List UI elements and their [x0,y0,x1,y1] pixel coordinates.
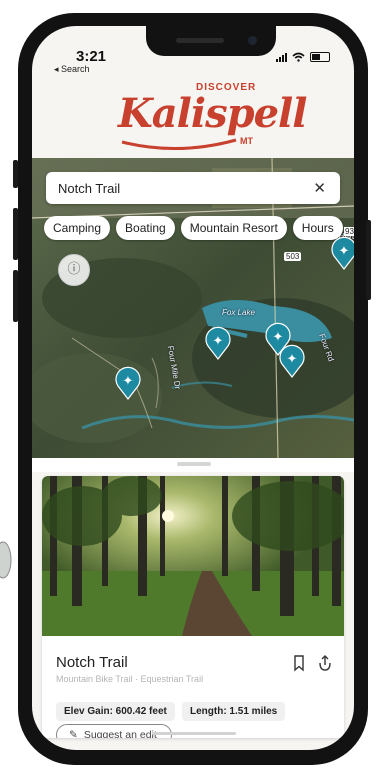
svg-text:✦: ✦ [123,374,134,389]
filter-chip-mountain-resort[interactable]: Mountain Resort [180,216,287,240]
info-icon[interactable]: ⓘ [58,254,90,286]
search-query: Notch Trail [58,181,121,196]
svg-text:✦: ✦ [213,334,224,349]
map-label-lake: Fox Lake [222,308,255,317]
trail-pin-5[interactable]: ✦ [114,366,142,400]
front-camera [248,36,257,45]
svg-text:✦: ✦ [273,330,284,345]
elevation-gain-badge: Elev Gain: 600.42 feet [56,702,175,721]
svg-text:✦: ✦ [287,352,298,367]
svg-text:✦: ✦ [339,244,350,259]
sheet-drag-handle[interactable] [177,462,211,466]
power-button [366,220,371,300]
map-view[interactable]: Fox Lake Four Mile Dr Four Rd NORTHWE 50… [32,158,354,458]
volume-down-button [13,270,18,322]
filter-chips: Camping Boating Mountain Resort Hours [44,216,343,240]
home-indicator [152,732,236,735]
trail-title: Notch Trail [56,654,128,671]
trail-categories: Mountain Bike Trail · Equestrian Trail [56,674,204,684]
trail-pin-4[interactable]: ✦ [278,344,306,378]
discover-kalispell-logo: DISCOVER Kalispell MT [118,78,307,158]
trail-card[interactable]: Notch Trail Mountain Bike Trail · Equest… [42,476,344,738]
pencil-icon: ✎ [69,729,78,738]
status-icons [276,52,330,62]
trail-length-badge: Length: 1.51 miles [182,702,286,721]
wifi-icon [292,52,305,62]
app-screen: 3:21 ◂ Search DISCOVER Kalispell MT Fox … [32,26,354,750]
logo-wordmark: Kalispell [118,90,307,137]
mute-switch [13,160,18,188]
signal-icon [276,52,287,62]
partial-device-image [0,541,12,579]
speaker-grille [176,38,224,43]
trail-photo [42,476,344,636]
trail-pin-1[interactable]: ✦ [330,236,354,270]
suggest-edit-button[interactable]: ✎ Suggest an edit [56,724,172,738]
volume-up-button [13,208,18,260]
share-icon[interactable] [314,652,336,674]
back-to-search-link[interactable]: ◂ Search [54,64,90,75]
battery-icon [310,52,330,62]
status-time: 3:21 [76,48,107,65]
logo-swash [121,138,237,151]
bottom-sheet-handle-area[interactable] [32,458,354,472]
map-label-highway-2: 93 [344,227,354,236]
bookmark-icon[interactable] [288,652,310,674]
trail-pin-2[interactable]: ✦ [204,326,232,360]
search-input[interactable]: Notch Trail ✕ [46,172,340,204]
map-label-highway: 503 [284,252,302,261]
logo-state: MT [240,136,253,146]
filter-chip-boating[interactable]: Boating [116,216,175,240]
filter-chip-camping[interactable]: Camping [44,216,111,240]
suggest-edit-label: Suggest an edit [83,729,157,738]
phone-notch [146,26,276,56]
close-icon[interactable]: ✕ [313,179,326,197]
